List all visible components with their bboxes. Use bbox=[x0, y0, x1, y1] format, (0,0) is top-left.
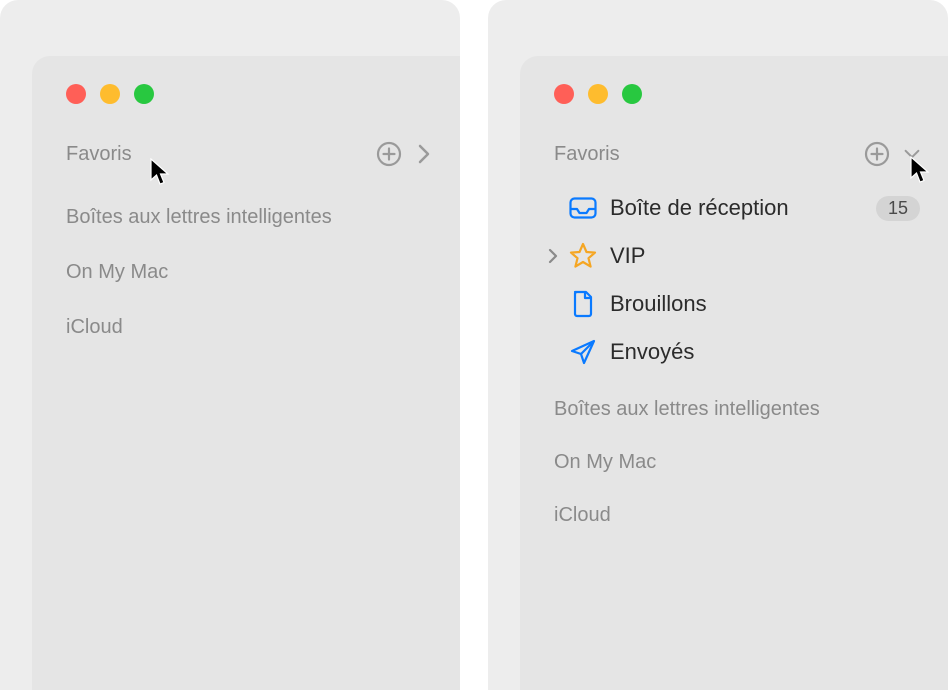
star-icon bbox=[566, 242, 600, 270]
mouse-cursor-icon bbox=[150, 158, 172, 186]
document-icon bbox=[566, 290, 600, 318]
maximize-button[interactable] bbox=[622, 84, 642, 104]
favorites-label: Favoris bbox=[66, 143, 132, 166]
on-my-mac-header[interactable]: On My Mac bbox=[32, 261, 460, 284]
mailbox-drafts[interactable]: Brouillons bbox=[520, 280, 948, 328]
mailbox-sent[interactable]: Envoyés bbox=[520, 328, 948, 376]
add-favorite-icon[interactable] bbox=[864, 141, 890, 167]
chevron-down-icon[interactable] bbox=[904, 143, 920, 165]
sidebar-expanded-panel: Favoris Boîte de réception 15 bbox=[488, 0, 948, 690]
mailbox-label: Boîte de réception bbox=[610, 195, 876, 221]
paper-plane-icon bbox=[566, 338, 600, 366]
unread-badge: 15 bbox=[876, 196, 920, 221]
mailbox-label: Brouillons bbox=[610, 291, 920, 317]
mailbox-label: Envoyés bbox=[610, 339, 920, 365]
disclosure-chevron-icon[interactable] bbox=[540, 248, 566, 264]
minimize-button[interactable] bbox=[588, 84, 608, 104]
inbox-icon bbox=[566, 197, 600, 219]
window-controls bbox=[520, 84, 948, 134]
sidebar-collapsed-panel: Favoris Boîtes aux lettres intelligentes… bbox=[0, 0, 460, 690]
maximize-button[interactable] bbox=[134, 84, 154, 104]
smart-mailboxes-header[interactable]: Boîtes aux lettres intelligentes bbox=[520, 398, 948, 421]
minimize-button[interactable] bbox=[100, 84, 120, 104]
on-my-mac-header[interactable]: On My Mac bbox=[520, 451, 948, 474]
close-button[interactable] bbox=[66, 84, 86, 104]
smart-mailboxes-header[interactable]: Boîtes aux lettres intelligentes bbox=[32, 206, 460, 229]
favorites-header[interactable]: Favoris bbox=[520, 134, 948, 174]
chevron-right-icon[interactable] bbox=[416, 143, 432, 165]
icloud-header[interactable]: iCloud bbox=[520, 504, 948, 527]
mailbox-inbox[interactable]: Boîte de réception 15 bbox=[520, 184, 948, 232]
favorites-list: Boîte de réception 15 VIP Brouillons bbox=[520, 184, 948, 376]
icloud-header[interactable]: iCloud bbox=[32, 316, 460, 339]
mailbox-label: VIP bbox=[610, 243, 920, 269]
mailbox-vip[interactable]: VIP bbox=[520, 232, 948, 280]
close-button[interactable] bbox=[554, 84, 574, 104]
window-controls bbox=[32, 84, 460, 134]
favorites-header[interactable]: Favoris bbox=[32, 134, 460, 174]
add-favorite-icon[interactable] bbox=[376, 141, 402, 167]
favorites-label: Favoris bbox=[554, 143, 620, 166]
